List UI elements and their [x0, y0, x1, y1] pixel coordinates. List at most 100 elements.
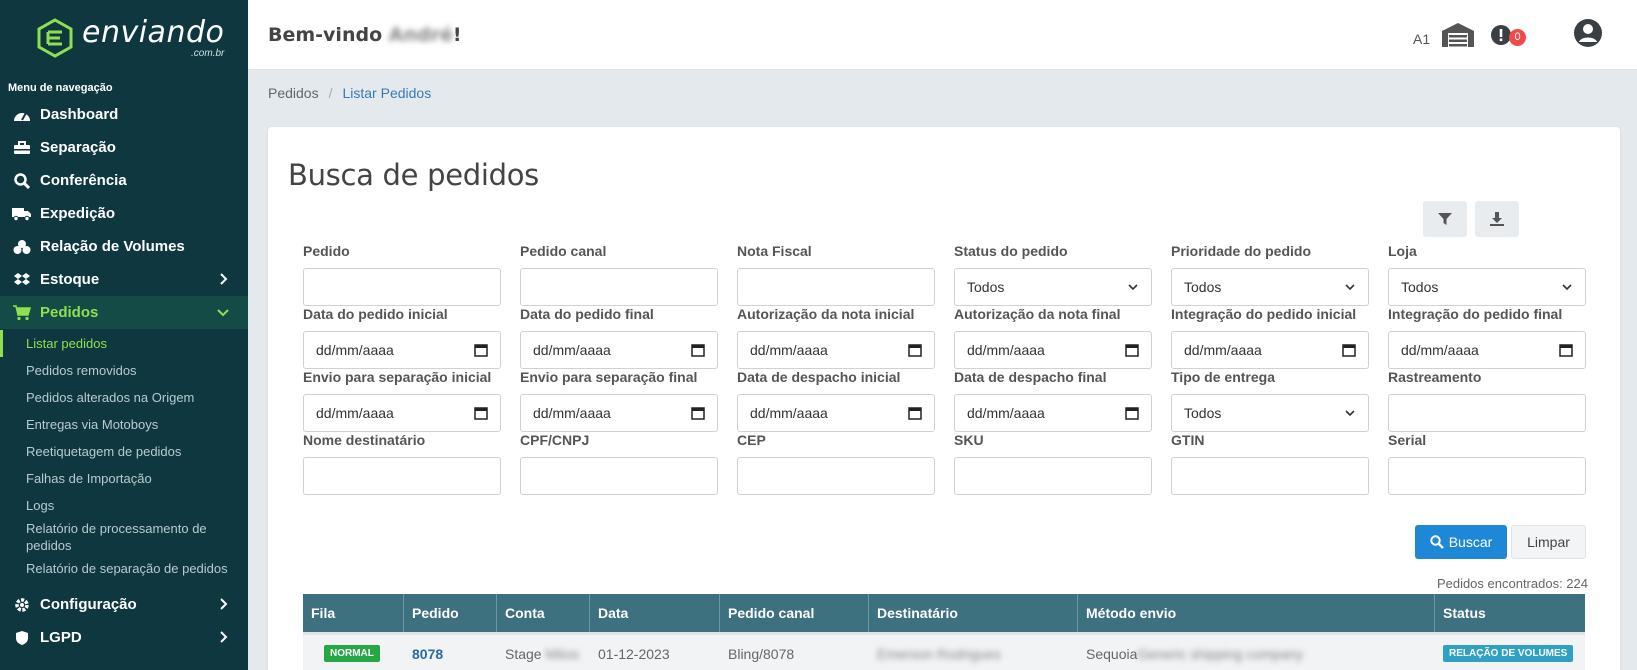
cell-pedido: 8078	[404, 635, 497, 670]
sidebar-item-label: Separação	[40, 139, 116, 156]
status-pedido-select[interactable]: Todos	[954, 268, 1152, 306]
data-pedido-inicial-input[interactable]: dd/mm/aaaa	[303, 331, 501, 369]
breadcrumb-current[interactable]: Listar Pedidos	[342, 85, 431, 101]
toolbox-icon	[12, 139, 32, 157]
user-avatar-icon[interactable]	[1573, 18, 1603, 48]
sidebar-item-pedidos[interactable]: Pedidos	[0, 296, 248, 329]
prioridade-pedido-select[interactable]: Todos	[1171, 268, 1369, 306]
sidebar-item-lgpd[interactable]: LGPD	[0, 621, 248, 654]
filter-data-pedido-final: Data do pedido final dd/mm/aaaa	[520, 306, 718, 369]
envio-separacao-inicial-input[interactable]: dd/mm/aaaa	[303, 394, 501, 432]
search-button[interactable]: Buscar	[1415, 525, 1507, 559]
data-pedido-final-input[interactable]: dd/mm/aaaa	[520, 331, 718, 369]
warehouse-icon[interactable]	[1441, 22, 1475, 48]
cart-icon	[12, 304, 32, 322]
tipo-entrega-select[interactable]: Todos	[1171, 394, 1369, 432]
column-header-fila[interactable]: Fila	[303, 594, 404, 632]
sidebar-item-relacao-volumes[interactable]: Relação de Volumes	[0, 230, 248, 263]
despacho-inicial-input[interactable]: dd/mm/aaaa	[737, 394, 935, 432]
autorizacao-nota-final-input[interactable]: dd/mm/aaaa	[954, 331, 1152, 369]
table-row[interactable]: NORMAL 8078 Stage Mitos 01-12-2023 Bling…	[303, 632, 1585, 670]
despacho-final-input[interactable]: dd/mm/aaaa	[954, 394, 1152, 432]
date-placeholder: dd/mm/aaaa	[750, 342, 828, 358]
nome-destinatario-input[interactable]	[303, 457, 501, 495]
calendar-icon[interactable]	[1125, 343, 1139, 357]
alert-count-badge: 0	[1509, 29, 1526, 46]
loja-select[interactable]: Todos	[1388, 268, 1586, 306]
gtin-input[interactable]	[1171, 457, 1369, 495]
clear-button[interactable]: Limpar	[1511, 525, 1586, 559]
filter-button[interactable]	[1423, 201, 1467, 237]
date-placeholder: dd/mm/aaaa	[1401, 342, 1479, 358]
calendar-icon[interactable]	[1125, 406, 1139, 420]
integracao-pedido-final-input[interactable]: dd/mm/aaaa	[1388, 331, 1586, 369]
field-label: Data de despacho final	[954, 369, 1107, 385]
field-label: Data de despacho inicial	[737, 369, 901, 385]
calendar-icon[interactable]	[908, 343, 922, 357]
submenu-pedidos-removidos[interactable]: Pedidos removidos	[0, 357, 248, 384]
conta-hidden: Mitos	[545, 645, 579, 662]
column-header-conta[interactable]: Conta	[497, 594, 590, 632]
field-label: Envio para separação final	[520, 369, 698, 385]
field-label: Envio para separação inicial	[303, 369, 492, 385]
field-label: Pedido	[303, 243, 350, 259]
chevron-down-icon	[1128, 284, 1138, 291]
cpf-cnpj-input[interactable]	[520, 457, 718, 495]
order-link[interactable]: 8078	[412, 646, 443, 662]
sidebar-item-estoque[interactable]: Estoque	[0, 263, 248, 296]
submenu-logs[interactable]: Logs	[0, 492, 248, 519]
field-label: SKU	[954, 432, 984, 448]
envio-separacao-final-input[interactable]: dd/mm/aaaa	[520, 394, 718, 432]
cep-input[interactable]	[737, 457, 935, 495]
filter-status-pedido: Status do pedido Todos	[954, 243, 1152, 306]
brand-name: enviando	[82, 14, 225, 50]
column-header-data[interactable]: Data	[590, 594, 720, 632]
column-header-metodo-envio[interactable]: Método envio	[1078, 594, 1435, 632]
filter-data-pedido-inicial: Data do pedido inicial dd/mm/aaaa	[303, 306, 501, 369]
submenu-listar-pedidos[interactable]: Listar pedidos	[0, 330, 248, 357]
rastreamento-input[interactable]	[1388, 394, 1586, 432]
integracao-pedido-inicial-input[interactable]: dd/mm/aaaa	[1171, 331, 1369, 369]
conta-value: Stage	[505, 645, 542, 662]
sidebar-item-configuracao[interactable]: Configuração	[0, 588, 248, 621]
nota-fiscal-input[interactable]	[737, 268, 935, 306]
field-label: Rastreamento	[1388, 369, 1482, 385]
calendar-icon[interactable]	[474, 343, 488, 357]
calendar-icon[interactable]	[1559, 343, 1573, 357]
brand-logo[interactable]: enviando .com.br	[0, 0, 248, 76]
column-header-status[interactable]: Status	[1435, 594, 1585, 632]
column-header-destinatario[interactable]: Destinatário	[869, 594, 1078, 632]
autorizacao-nota-inicial-input[interactable]: dd/mm/aaaa	[737, 331, 935, 369]
calendar-icon[interactable]	[691, 343, 705, 357]
serial-input[interactable]	[1388, 457, 1586, 495]
pedido-canal-input[interactable]	[520, 268, 718, 306]
calendar-icon[interactable]	[908, 406, 922, 420]
submenu-falhas-importacao[interactable]: Falhas de Importação	[0, 465, 248, 492]
breadcrumb-root[interactable]: Pedidos	[268, 85, 319, 101]
submenu-entregas-motoboys[interactable]: Entregas via Motoboys	[0, 411, 248, 438]
submenu-relatorio-separacao[interactable]: Relatório de separação de pedidos	[0, 555, 248, 582]
gear-icon	[12, 596, 32, 614]
calendar-icon[interactable]	[474, 406, 488, 420]
destinatario-hidden: Emerson Rodrigues	[877, 645, 1001, 662]
submenu-reetiquetagem[interactable]: Reetiquetagem de pedidos	[0, 438, 248, 465]
calendar-icon[interactable]	[691, 406, 705, 420]
sidebar-item-separacao[interactable]: Separação	[0, 131, 248, 164]
submenu-relatorio-processamento[interactable]: Relatório de processamento de pedidos	[0, 519, 248, 555]
pedido-input[interactable]	[303, 268, 501, 306]
date-placeholder: dd/mm/aaaa	[967, 405, 1045, 421]
column-header-pedido[interactable]: Pedido	[404, 594, 497, 632]
column-header-pedido-canal[interactable]: Pedido canal	[720, 594, 869, 632]
calendar-icon[interactable]	[1342, 343, 1356, 357]
status-badge: RELAÇÃO DE VOLUMES	[1443, 645, 1574, 662]
download-button[interactable]	[1475, 201, 1519, 237]
filter-autorizacao-nota-inicial: Autorização da nota inicial dd/mm/aaaa	[737, 306, 935, 369]
sku-input[interactable]	[954, 457, 1152, 495]
field-label: Loja	[1388, 243, 1417, 259]
submenu-pedidos-alterados[interactable]: Pedidos alterados na Origem	[0, 384, 248, 411]
sidebar-item-expedicao[interactable]: Expedição	[0, 197, 248, 230]
filter-loja: Loja Todos	[1388, 243, 1586, 306]
sidebar-item-dashboard[interactable]: Dashboard	[0, 98, 248, 131]
filter-nome-destinatario: Nome destinatário	[303, 432, 501, 495]
sidebar-item-conferencia[interactable]: Conferência	[0, 164, 248, 197]
